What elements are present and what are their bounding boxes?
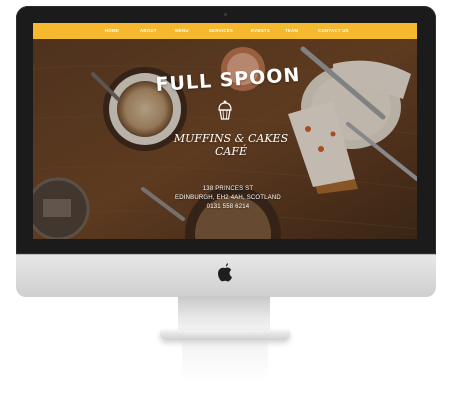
- address-block: 138 PRINCES ST EDINBURGH, EH2 4AH, SCOTL…: [153, 185, 303, 212]
- imac-stand-foot: [160, 330, 290, 340]
- top-navigation: HOME ABOUT MENU SERVICES EVENTS TEAM CON…: [33, 23, 417, 39]
- stand-reflection: [182, 342, 268, 382]
- phone-number[interactable]: 0131 558 6214: [153, 203, 303, 212]
- site-tagline: MUFFINS & CAKES CAFÉ: [173, 132, 289, 158]
- nav-team[interactable]: TEAM: [285, 28, 298, 33]
- cupcake-icon: [218, 100, 232, 120]
- nav-home[interactable]: HOME: [105, 28, 119, 33]
- nav-services[interactable]: SERVICES: [209, 28, 233, 33]
- address-city: EDINBURGH, EH2 4AH, SCOTLAND: [175, 195, 281, 201]
- nav-about[interactable]: ABOUT: [140, 28, 157, 33]
- nav-menu[interactable]: MENU: [175, 28, 189, 33]
- imac-stand-neck: [178, 296, 270, 332]
- website-screen: HOME ABOUT MENU SERVICES EVENTS TEAM CON…: [33, 23, 417, 239]
- nav-events[interactable]: EVENTS: [251, 28, 270, 33]
- camera-icon: [224, 13, 227, 16]
- address-street: 138 PRINCES ST: [202, 186, 254, 192]
- apple-logo-icon: [217, 263, 232, 282]
- nav-contact-us[interactable]: CONTACT US: [318, 28, 349, 33]
